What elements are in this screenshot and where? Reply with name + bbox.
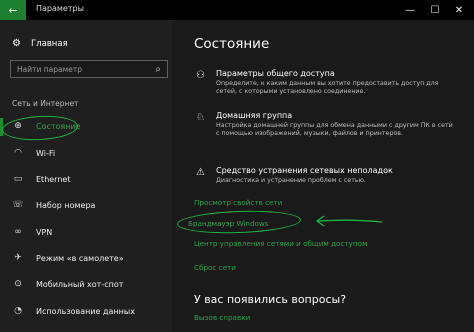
sidebar-item-status[interactable]: ⊕ Состояние	[12, 121, 81, 131]
firewall-link[interactable]: Брандмауэр Windows	[188, 219, 269, 228]
vpn-icon: ∞	[14, 227, 22, 237]
sidebar: ⚙ Главная ⌕ Сеть и Интернет ⊕ Состояние …	[0, 20, 172, 332]
arrow-annotation-icon	[315, 215, 383, 227]
page-title: Состояние	[194, 36, 270, 52]
close-button[interactable]: ✕	[444, 2, 474, 18]
maximize-icon: ☐	[430, 4, 440, 16]
hotspot-icon: ⊙	[14, 279, 22, 289]
warning-icon: ⚠	[196, 167, 205, 178]
get-help-link[interactable]: Вызов справки	[194, 313, 250, 322]
sidebar-item-label: Использование данных	[36, 306, 135, 316]
search-icon[interactable]: ⌕	[155, 64, 161, 75]
ethernet-icon: ▭	[13, 174, 23, 184]
view-network-properties-link[interactable]: Просмотр свойств сети	[194, 198, 282, 207]
network-center-link[interactable]: Центр управления сетями и общим доступом	[194, 239, 367, 248]
entry-title: Средство устранения сетевых неполадок	[216, 166, 393, 175]
entry-description: Определите, к каким данным вы хотите пре…	[216, 80, 439, 96]
nav-home[interactable]: ⚙ Главная	[12, 38, 68, 49]
nav-home-label: Главная	[30, 38, 68, 49]
sidebar-item-wifi[interactable]: ◠ Wi-Fi	[12, 148, 55, 158]
network-troubleshooter[interactable]: ⚠ Средство устранения сетевых неполадок …	[194, 166, 469, 185]
entry-description: Диагностика и устранение проблем с сетью…	[216, 177, 366, 184]
wifi-icon: ◠	[14, 148, 22, 158]
close-icon: ✕	[454, 4, 464, 16]
entry-description: Настройка домашней группы для обмена дан…	[216, 122, 453, 138]
airplane-icon: ✈	[14, 253, 22, 263]
sharing-icon: ⚇	[196, 70, 205, 81]
sidebar-item-label: Набор номера	[36, 200, 96, 210]
sidebar-item-label: Ethernet	[36, 174, 71, 184]
sidebar-item-label: Режим «в самолете»	[36, 253, 124, 263]
dialup-icon: ☏	[12, 200, 24, 210]
sidebar-item-dialup[interactable]: ☏ Набор номера	[12, 200, 95, 210]
network-reset-link[interactable]: Сброс сети	[194, 263, 236, 272]
back-arrow-icon: ←	[8, 3, 18, 17]
sidebar-item-label: Мобильный хот-спот	[36, 279, 124, 289]
gear-icon: ⚙	[12, 38, 21, 49]
title-bar: ← Параметры — ☐ ✕	[0, 0, 474, 20]
data-usage-icon: ◔	[14, 306, 22, 316]
questions-heading: У вас появились вопросы?	[194, 293, 347, 306]
sharing-options[interactable]: ⚇ Параметры общего доступа Определите, к…	[194, 69, 469, 96]
sidebar-item-ethernet[interactable]: ▭ Ethernet	[12, 174, 71, 184]
search-input[interactable]	[17, 64, 137, 74]
back-button[interactable]: ←	[0, 0, 26, 20]
minimize-icon: —	[405, 4, 415, 16]
sidebar-item-vpn[interactable]: ∞ VPN	[12, 227, 52, 237]
entry-title: Параметры общего доступа	[216, 69, 335, 78]
homegroup-icon: ♘	[196, 112, 205, 123]
globe-icon: ⊕	[14, 121, 22, 131]
sidebar-item-label: VPN	[36, 227, 53, 237]
sidebar-item-label: Состояние	[36, 121, 81, 131]
main-content: Состояние ⚇ Параметры общего доступа Опр…	[172, 20, 474, 332]
sidebar-item-data-usage[interactable]: ◔ Использование данных	[12, 306, 135, 316]
window-title: Параметры	[36, 4, 84, 13]
homegroup[interactable]: ♘ Домашняя группа Настройка домашней гру…	[194, 111, 469, 138]
entry-title: Домашняя группа	[216, 111, 293, 120]
section-label: Сеть и Интернет	[12, 99, 79, 108]
search-box[interactable]: ⌕	[10, 60, 168, 78]
sidebar-item-airplane[interactable]: ✈ Режим «в самолете»	[12, 253, 124, 263]
sidebar-item-label: Wi-Fi	[36, 148, 56, 158]
sidebar-item-hotspot[interactable]: ⊙ Мобильный хот-спот	[12, 279, 123, 289]
